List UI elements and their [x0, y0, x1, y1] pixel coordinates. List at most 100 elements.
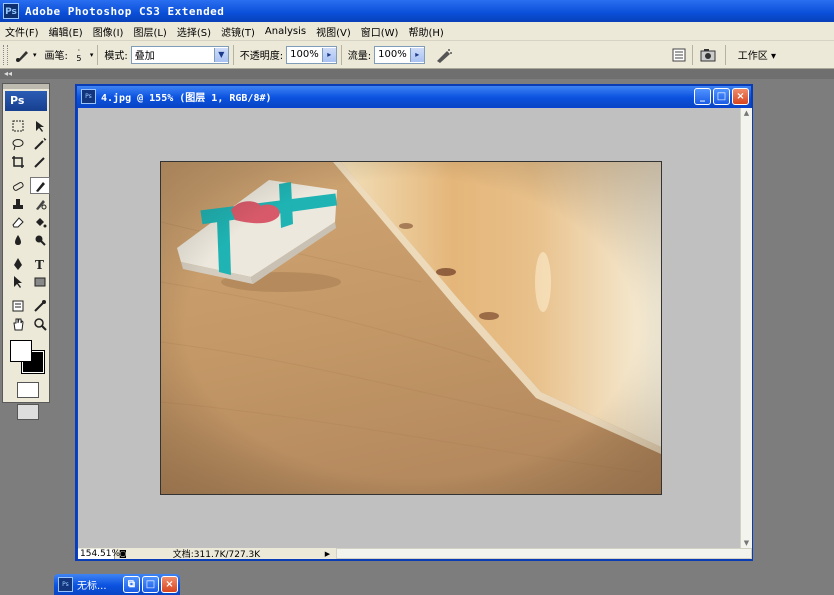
menu-image[interactable]: 图像(I) — [88, 24, 129, 39]
eyedropper-tool-icon[interactable] — [30, 297, 50, 314]
menu-filter[interactable]: 滤镜(T) — [216, 24, 260, 39]
chevron-down-icon[interactable]: ▾ — [33, 51, 37, 59]
app-titlebar: Ps Adobe Photoshop CS3 Extended — [0, 0, 834, 22]
eraser-tool-icon[interactable] — [8, 213, 28, 230]
magic-wand-tool-icon[interactable] — [30, 135, 50, 152]
eyedropper-slice-tool-icon[interactable] — [30, 153, 50, 170]
separator — [691, 44, 693, 65]
palette-strip: ◂◂ — [0, 69, 834, 79]
foreground-color-swatch[interactable] — [10, 340, 32, 362]
document-titlebar[interactable]: Ps 4.jpg @ 155% (图层 1, RGB/8#) _ □ × — [77, 86, 751, 107]
chevron-down-icon[interactable]: ▼ — [213, 47, 228, 62]
photo-image — [161, 162, 661, 494]
paint-bucket-tool-icon[interactable] — [30, 213, 50, 230]
maximize-button[interactable]: □ — [713, 88, 730, 105]
brush-size-preview[interactable]: · 5 — [74, 46, 84, 63]
chevron-right-icon[interactable]: ▸ — [409, 47, 424, 62]
photoshop-logo-icon: Ps — [3, 3, 19, 19]
palette-well-icon[interactable] — [670, 46, 688, 64]
zoom-tool-icon[interactable] — [30, 315, 50, 332]
path-selection-tool-icon[interactable] — [8, 273, 28, 290]
separator — [232, 44, 234, 65]
menu-select[interactable]: 选择(S) — [172, 24, 216, 39]
collapse-handle-icon[interactable]: ◂◂ — [4, 69, 12, 79]
brush-size-value: 5 — [76, 53, 82, 63]
document-window: Ps 4.jpg @ 155% (图层 1, RGB/8#) _ □ × ▲ ▼… — [75, 84, 753, 561]
status-icon[interactable]: ◙ — [119, 549, 127, 558]
menu-help[interactable]: 帮助(H) — [403, 24, 448, 39]
blur-tool-icon[interactable] — [8, 231, 28, 248]
mode-select[interactable]: 叠加 ▼ — [130, 45, 229, 64]
document-icon: Ps — [81, 89, 96, 104]
menu-edit[interactable]: 编辑(E) — [44, 24, 88, 39]
toolbox: Ps T — [2, 83, 50, 420]
opacity-field[interactable]: 100% ▸ — [286, 45, 337, 64]
flow-field[interactable]: 100% ▸ — [374, 45, 425, 64]
minimize-button[interactable]: _ — [694, 88, 711, 105]
brush-tool-icon[interactable] — [30, 177, 50, 194]
menu-file[interactable]: 文件(F) — [0, 24, 44, 39]
opacity-value: 100% — [290, 49, 319, 60]
vertical-scrollbar[interactable]: ▲ ▼ — [740, 108, 752, 548]
screen-mode-button[interactable] — [17, 404, 39, 420]
document-title: 4.jpg @ 155% (图层 1, RGB/8#) — [101, 93, 272, 104]
type-tool-icon[interactable]: T — [30, 255, 50, 272]
brush-picker-chevron-icon[interactable]: ▾ — [90, 51, 94, 59]
document-statusbar: 154.51% ◙ 文档:311.7K/727.3K ▶ — [78, 548, 752, 560]
separator — [724, 44, 726, 65]
close-button[interactable]: × — [161, 576, 178, 593]
menu-analysis[interactable]: Analysis — [260, 26, 311, 37]
crop-tool-icon[interactable] — [8, 153, 28, 170]
hand-tool-icon[interactable] — [8, 315, 28, 332]
menu-layer[interactable]: 图层(L) — [128, 24, 171, 39]
scroll-down-icon[interactable]: ▼ — [741, 538, 752, 548]
dodge-tool-icon[interactable] — [30, 231, 50, 248]
toolbox-logo[interactable]: Ps — [5, 91, 47, 111]
move-tool-icon[interactable] — [30, 117, 50, 134]
flow-label: 流量: — [347, 51, 372, 62]
options-grip[interactable] — [3, 44, 8, 65]
bridge-icon[interactable] — [697, 46, 721, 64]
document-icon: Ps — [58, 577, 73, 592]
app-title: Adobe Photoshop CS3 Extended — [25, 4, 225, 18]
rectangle-tool-icon[interactable] — [30, 273, 50, 290]
toolbox-header[interactable] — [3, 84, 49, 89]
quick-mask-button[interactable] — [17, 382, 39, 398]
menu-bar: 文件(F) 编辑(E) 图像(I) 图层(L) 选择(S) 滤镜(T) Anal… — [0, 22, 834, 41]
separator — [340, 44, 342, 65]
mode-value: 叠加 — [134, 51, 155, 62]
opacity-label: 不透明度: — [239, 51, 284, 62]
airbrush-icon[interactable] — [435, 46, 453, 64]
document-canvas-area[interactable] — [78, 108, 740, 548]
flow-value: 100% — [378, 49, 407, 60]
workspace-menu[interactable]: 工作区 ▾ — [738, 47, 776, 62]
maximize-button[interactable]: □ — [142, 576, 159, 593]
scroll-up-icon[interactable]: ▲ — [741, 108, 752, 118]
zoom-level-field[interactable]: 154.51% — [78, 548, 120, 559]
clone-stamp-tool-icon[interactable] — [8, 195, 28, 212]
status-menu-arrow-icon[interactable]: ▶ — [325, 550, 330, 558]
lasso-tool-icon[interactable] — [8, 135, 28, 152]
photo-canvas[interactable] — [160, 161, 662, 495]
pen-tool-icon[interactable] — [8, 255, 28, 272]
healing-brush-tool-icon[interactable] — [8, 177, 28, 194]
horizontal-scrollbar[interactable] — [336, 548, 752, 559]
minimized-document-window[interactable]: Ps 无标... ⧉ □ × — [54, 574, 180, 595]
document-size-info: 文档:311.7K/727.3K — [172, 550, 261, 560]
menu-view[interactable]: 视图(V) — [311, 24, 356, 39]
svg-text:T: T — [35, 258, 44, 271]
close-button[interactable]: × — [732, 88, 749, 105]
chevron-right-icon[interactable]: ▸ — [321, 47, 336, 62]
mode-label: 模式: — [104, 51, 128, 62]
brush-tool-preset-icon[interactable] — [14, 46, 32, 64]
menu-window[interactable]: 窗口(W) — [356, 24, 404, 39]
restore-button[interactable]: ⧉ — [123, 576, 140, 593]
minimized-window-title: 无标... — [77, 581, 107, 592]
notes-tool-icon[interactable] — [8, 297, 28, 314]
color-swatches — [8, 340, 49, 376]
marquee-tool-icon[interactable] — [8, 117, 28, 134]
history-brush-tool-icon[interactable] — [30, 195, 50, 212]
options-bar: ▾ 画笔: · 5 ▾ 模式: 叠加 ▼ 不透明度: 100% ▸ 流量: 100… — [0, 41, 834, 69]
separator — [97, 44, 99, 65]
brush-label: 画笔: — [44, 51, 68, 62]
